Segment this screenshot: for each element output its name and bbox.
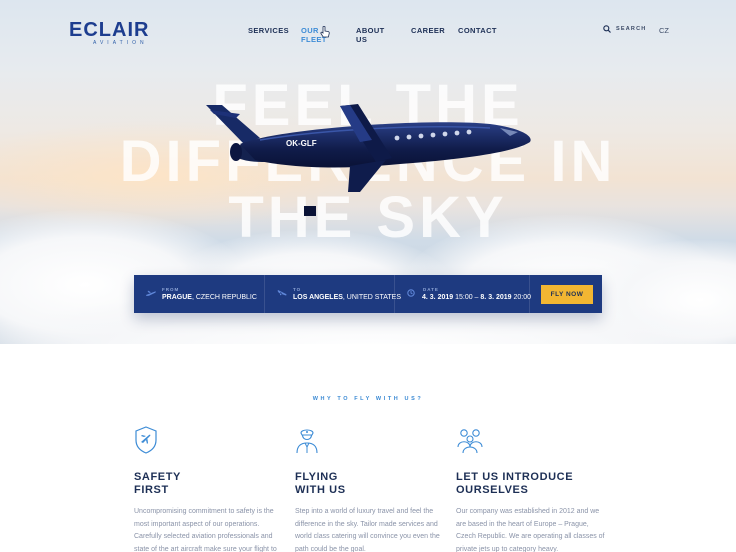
- language-switch[interactable]: CZ: [659, 26, 669, 35]
- search-button[interactable]: SEARCH: [603, 25, 646, 33]
- feature-title-line: LET US INTRODUCE: [456, 471, 574, 483]
- logo-tagline: AVIATION: [93, 40, 148, 46]
- logo[interactable]: ECLAIR AVIATION: [69, 20, 149, 46]
- feature-text: Our company was established in 2012 and …: [456, 508, 605, 552]
- feature-text: Step into a world of luxury travel and f…: [295, 508, 440, 552]
- to-field[interactable]: TO LOS ANGELES, UNITED STATES: [265, 275, 401, 313]
- from-field[interactable]: FROM PRAGUE, CZECH REPUBLIC: [134, 275, 265, 313]
- feature-title-line: FIRST: [134, 483, 169, 496]
- to-country: , UNITED STATES: [342, 294, 401, 301]
- registration-mark: OK-GLF: [286, 139, 317, 148]
- to-city: LOS ANGELES: [293, 294, 343, 301]
- pilot-icon: [296, 429, 318, 454]
- nav-contact[interactable]: CONTACT: [458, 26, 497, 35]
- clock-icon: [407, 289, 415, 297]
- arrival-plane-icon: [277, 290, 287, 296]
- from-country: , CZECH REPUBLIC: [191, 294, 257, 301]
- team-icon: [457, 429, 483, 454]
- hand-cursor-icon: [320, 26, 330, 38]
- to-value: LOS ANGELES, UNITED STATES: [293, 294, 401, 301]
- feature-title: LET US INTRODUCE OURSELVES: [456, 471, 606, 496]
- from-value: PRAGUE, CZECH REPUBLIC: [162, 294, 257, 301]
- logo-wordmark: ECLAIR: [69, 19, 150, 41]
- feature-title-line: SAFETY: [134, 471, 181, 483]
- time-start: 15:00: [453, 294, 473, 301]
- jet-image: OK-GLF: [206, 104, 531, 216]
- nav-services[interactable]: SERVICES: [248, 26, 289, 35]
- feature-title-line: FLYING: [295, 471, 338, 483]
- date-start: 4. 3. 2019: [422, 294, 454, 301]
- time-end: 20:00: [511, 294, 532, 301]
- search-label: SEARCH: [616, 26, 647, 32]
- date-value: 4. 3. 2019 15:00 – 8. 3. 2019 20:00: [422, 294, 531, 301]
- date-end: 8. 3. 2019: [480, 294, 512, 301]
- nav-about-us[interactable]: ABOUT US: [356, 26, 385, 44]
- feature-title-line: WITH US: [295, 483, 346, 496]
- feature-title: SAFETY FIRST: [134, 471, 284, 496]
- feature-introduce: LET US INTRODUCE OURSELVES Our company wa…: [456, 425, 606, 552]
- feature-safety: SAFETY FIRST Uncompromising commitment to…: [134, 425, 284, 552]
- nav-career[interactable]: CAREER: [411, 26, 445, 35]
- to-label: TO: [293, 287, 302, 292]
- fly-now-button[interactable]: FLY NOW: [541, 285, 593, 304]
- from-label: FROM: [162, 287, 180, 292]
- section-title: WHY TO FLY WITH US?: [312, 396, 424, 402]
- feature-title-line: OURSELVES: [456, 483, 529, 496]
- feature-text: Uncompromising commitment to safety is t…: [134, 508, 277, 552]
- search-icon: [603, 25, 611, 33]
- shield-plane-icon: [135, 426, 157, 454]
- from-city: PRAGUE: [162, 294, 192, 301]
- feature-flying: FLYING WITH US Step into a world of luxur…: [295, 425, 445, 552]
- date-field[interactable]: DATE 4. 3. 2019 15:00 – 8. 3. 2019 20:00: [395, 275, 531, 313]
- departure-plane-icon: [146, 290, 156, 296]
- booking-bar: FROM PRAGUE, CZECH REPUBLIC TO LOS ANGEL…: [134, 275, 602, 313]
- date-label: DATE: [423, 287, 439, 292]
- feature-title: FLYING WITH US: [295, 471, 445, 496]
